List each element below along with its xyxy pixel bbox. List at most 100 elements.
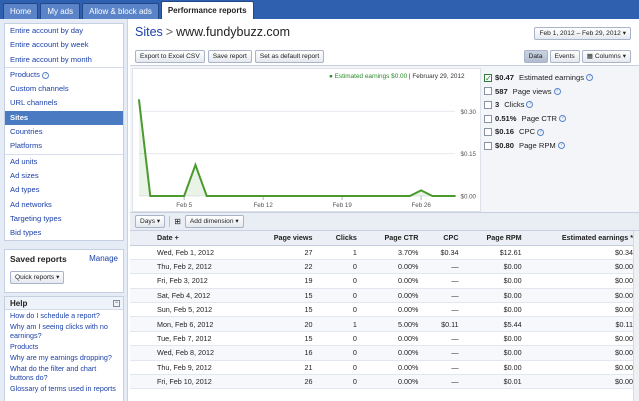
column-header-page-rpm[interactable]: Page RPM <box>464 231 528 246</box>
add-icon[interactable]: ⊞ <box>174 217 181 226</box>
date-range-dropdown[interactable]: Feb 1, 2012 – Feb 29, 2012 ▾ <box>534 27 631 40</box>
site-name: www.fundybuzz.com <box>176 25 291 39</box>
nav-targeting-types[interactable]: Targeting types <box>5 212 123 226</box>
table-row: Thu, Feb 2, 2012 22 0 0.00% — $0.00 $0.00 <box>130 259 639 275</box>
save-report-button[interactable]: Save report <box>207 50 252 63</box>
table-cell: $0.00 <box>464 360 528 376</box>
nav-platforms[interactable]: Platforms <box>5 139 123 153</box>
tab-home[interactable]: Home <box>3 3 39 19</box>
manage-link[interactable]: Manage <box>89 254 118 263</box>
metric-estimated-earnings[interactable]: $0.47 Estimated earnings? <box>484 71 637 85</box>
help-icon[interactable]: ? <box>557 142 565 150</box>
help-link-glossary[interactable]: Glossary of terms used in reports <box>5 383 123 394</box>
chart-legend: ● Estimated earnings $0.00 | February 29… <box>329 73 465 80</box>
data-point <box>250 195 253 197</box>
help-icon[interactable]: ? <box>559 115 566 123</box>
column-header-clicks[interactable]: Clicks <box>318 231 363 246</box>
table-row: Wed, Feb 8, 2012 16 0 0.00% — $0.00 $0.00 <box>130 345 639 361</box>
chart-svg: $0.30 $0.15 $0.00 Feb 5 Feb 12 Feb 19 Feb 26 <box>138 99 477 209</box>
metric-checkbox[interactable] <box>484 100 492 109</box>
nav-products[interactable]: Products? <box>5 68 123 82</box>
metric-cpc[interactable]: $0.16 CPC? <box>484 125 637 139</box>
nav-custom-channels[interactable]: Custom channels <box>5 82 123 96</box>
metric-label: Page RPM <box>519 140 556 150</box>
column-header-page-views[interactable]: Page views <box>250 231 319 246</box>
nav-entire-account-by-day[interactable]: Entire account by day <box>5 24 123 38</box>
tab-allow-block-ads[interactable]: Allow & block ads <box>82 3 159 19</box>
table-cell: $0.34 <box>527 245 639 260</box>
help-link-schedule-report[interactable]: How do I schedule a report? <box>5 310 123 321</box>
help-link-clicks-no-earnings[interactable]: Why am I seeing clicks with no earnings? <box>5 321 123 341</box>
nav-sites[interactable]: Sites <box>5 110 123 126</box>
set-default-report-button[interactable]: Set as default report <box>254 50 325 63</box>
table-cell: 0.00% <box>362 331 425 347</box>
y-tick-label: $0.30 <box>461 109 477 116</box>
nav-entire-account-by-month[interactable]: Entire account by month <box>5 53 123 67</box>
nav-entire-account-by-week[interactable]: Entire account by week <box>5 38 123 52</box>
nav-ad-types[interactable]: Ad types <box>5 183 123 197</box>
nav-ad-networks[interactable]: Ad networks <box>5 198 123 212</box>
days-label: Days <box>140 218 156 225</box>
help-icon[interactable]: ? <box>586 74 594 82</box>
metric-checkbox[interactable] <box>484 87 492 96</box>
metric-label: Clicks <box>504 100 525 110</box>
nav-ad-sizes[interactable]: Ad sizes <box>5 169 123 183</box>
tab-performance-reports[interactable]: Performance reports <box>160 1 254 19</box>
columns-dropdown[interactable]: ▦ Columns ▾ <box>581 50 631 63</box>
export-csv-button[interactable]: Export to Excel CSV <box>135 50 205 63</box>
table-cell: Mon, Feb 6, 2012 <box>130 316 251 332</box>
grid-icon: ▦ <box>586 53 593 60</box>
data-point <box>228 195 231 197</box>
nav-bid-types[interactable]: Bid types <box>5 226 123 240</box>
table-cell: 1 <box>318 316 363 332</box>
table-cell: Fri, Feb 3, 2012 <box>130 273 251 289</box>
breadcrumb-sites[interactable]: Sites <box>135 25 163 39</box>
events-view-button[interactable]: Events <box>549 50 580 63</box>
add-dimension-dropdown[interactable]: Add dimension ▾ <box>184 215 244 228</box>
data-point <box>363 195 366 197</box>
tab-my-ads[interactable]: My ads <box>40 3 81 19</box>
help-title: Help <box>5 297 123 310</box>
metric-label: Page CTR <box>521 113 557 123</box>
metric-clicks[interactable]: 3 Clicks? <box>484 98 637 112</box>
column-header-cpc[interactable]: CPC <box>424 231 465 246</box>
table-cell: 0.00% <box>362 273 425 289</box>
data-view-button[interactable]: Data <box>523 50 548 63</box>
help-link-products[interactable]: Products <box>5 341 123 352</box>
nav-countries[interactable]: Countries <box>5 125 123 139</box>
days-dropdown[interactable]: Days ▾ <box>135 215 166 228</box>
dimension-bar: Days ▾ ⊞ Add dimension ▾ <box>130 213 639 231</box>
table-cell: $0.00 <box>527 374 639 390</box>
quick-reports-dropdown[interactable]: Quick reports ▾ <box>10 271 65 284</box>
metric-checkbox[interactable] <box>484 72 492 85</box>
chevron-down-icon: ▾ <box>622 30 626 37</box>
metric-checkbox[interactable] <box>484 141 492 150</box>
data-point <box>284 195 287 197</box>
metric-page-rpm[interactable]: $0.80 Page RPM? <box>484 139 637 153</box>
help-icon[interactable]: ? <box>526 101 534 109</box>
legend-date: February 29, 2012 <box>412 73 465 80</box>
collapse-icon[interactable]: − <box>113 300 120 307</box>
column-header-date[interactable]: Date + <box>130 231 251 246</box>
table-row: Fri, Feb 3, 2012 19 0 0.00% — $0.00 $0.00 <box>130 273 639 289</box>
nav-url-channels[interactable]: URL channels <box>5 96 123 110</box>
table-row: Wed, Feb 1, 2012 27 1 3.70% $0.34 $12.61 $0.34 <box>130 245 639 260</box>
metric-checkbox[interactable] <box>484 114 492 123</box>
table-scrollbar[interactable] <box>633 231 639 401</box>
help-link-earnings-dropping[interactable]: Why are my earnings dropping? <box>5 352 123 363</box>
help-icon[interactable]: ? <box>537 128 545 136</box>
x-tick-label: Feb 12 <box>254 202 274 209</box>
metric-page-ctr[interactable]: 0.51% Page CTR? <box>484 112 637 126</box>
column-header-estimated-earnings[interactable]: Estimated earnings * <box>527 231 639 246</box>
metric-checkbox[interactable] <box>484 128 492 137</box>
nav-ad-units[interactable]: Ad units <box>5 155 123 169</box>
table-cell: $0.00 <box>464 331 528 347</box>
metric-page-views[interactable]: 587 Page views? <box>484 85 637 99</box>
data-point <box>160 195 163 197</box>
column-header-page-ctr[interactable]: Page CTR <box>362 231 425 246</box>
table-cell: 5.00% <box>362 316 425 332</box>
help-icon[interactable]: ? <box>553 87 561 95</box>
help-link-filter-chart-buttons[interactable]: What do the filter and chart buttons do? <box>5 363 123 383</box>
metric-selector: $0.47Estimated earnings?587Page views?3C… <box>484 71 637 153</box>
help-icon[interactable]: ? <box>41 71 49 79</box>
